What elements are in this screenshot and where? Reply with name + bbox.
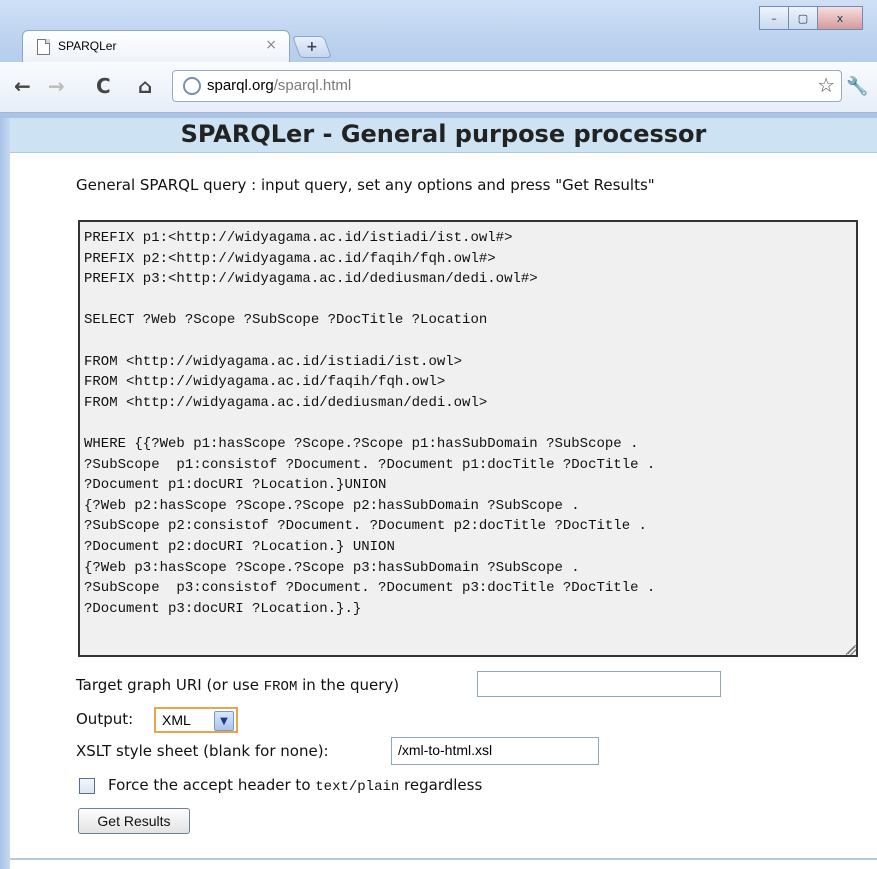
output-label: Output: xyxy=(76,710,134,728)
resize-handle[interactable] xyxy=(846,645,856,655)
target-graph-label: Target graph URI (or use FROM in the que… xyxy=(76,676,400,695)
output-selected-value: XML xyxy=(162,712,191,728)
minimize-button[interactable]: – xyxy=(759,6,789,30)
page-icon xyxy=(37,39,50,55)
output-select[interactable]: XML ▼ xyxy=(154,707,238,733)
force-accept-checkbox[interactable] xyxy=(79,778,95,794)
query-textarea[interactable]: PREFIX p1:<http://widyagama.ac.id/istiad… xyxy=(78,220,858,657)
new-tab-button[interactable]: + xyxy=(291,36,333,58)
get-results-button[interactable]: Get Results xyxy=(78,808,190,834)
xslt-input[interactable]: /xml-to-html.xsl xyxy=(391,737,599,765)
target-graph-input[interactable] xyxy=(477,671,721,697)
plus-icon: + xyxy=(306,39,318,55)
xslt-label: XSLT style sheet (blank for none): xyxy=(76,742,329,760)
tab-title: SPARQLer xyxy=(58,39,117,53)
forward-icon[interactable]: → xyxy=(48,74,65,98)
tab-close-icon[interactable]: × xyxy=(265,37,277,53)
browser-tab[interactable]: SPARQLer × xyxy=(22,30,290,63)
page-header: SPARQLer - General purpose processor xyxy=(10,118,877,153)
page-bottom-border xyxy=(10,858,877,860)
url-text: sparql.org/sparql.html xyxy=(207,77,352,94)
close-window-button[interactable]: x xyxy=(817,6,863,30)
home-icon[interactable]: ⌂ xyxy=(138,74,152,98)
chevron-down-icon[interactable]: ▼ xyxy=(214,711,234,731)
browser-toolbar: ← → C ⌂ sparql.org/sparql.html ☆ 🔧 xyxy=(0,62,877,113)
back-icon[interactable]: ← xyxy=(14,74,31,98)
bookmark-star-icon[interactable]: ☆ xyxy=(817,73,835,97)
window-frame-left xyxy=(0,0,10,869)
browser-chrome: – ▢ x SPARQLer × + ← → C ⌂ sparql.org/sp… xyxy=(0,0,877,118)
page-title: SPARQLer - General purpose processor xyxy=(180,120,707,148)
force-accept-label: Force the accept header to text/plain re… xyxy=(108,776,483,795)
intro-text: General SPARQL query : input query, set … xyxy=(76,176,655,194)
reload-icon[interactable]: C xyxy=(96,74,111,98)
wrench-icon[interactable]: 🔧 xyxy=(846,76,868,97)
globe-icon xyxy=(183,77,201,95)
window-controls: – ▢ x xyxy=(759,6,863,30)
maximize-button[interactable]: ▢ xyxy=(788,6,818,30)
address-bar[interactable]: sparql.org/sparql.html ☆ xyxy=(172,70,842,102)
